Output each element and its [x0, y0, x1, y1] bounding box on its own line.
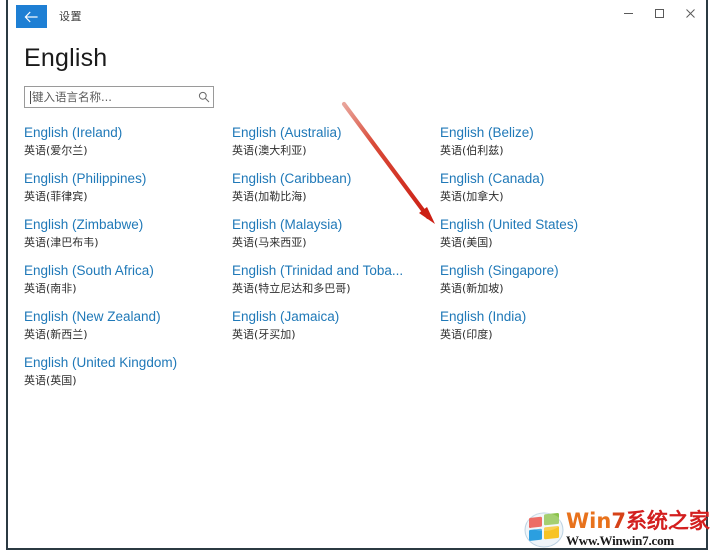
language-item-united-states[interactable]: English (United States) 英语(美国) [440, 216, 650, 262]
language-item[interactable]: English (New Zealand) 英语(新西兰) [24, 308, 232, 354]
language-item[interactable]: English (Philippines) 英语(菲律宾) [24, 170, 232, 216]
language-name-en: English (Canada) [440, 171, 545, 186]
search-icon[interactable] [195, 91, 213, 103]
language-name-en: English (New Zealand) [24, 309, 161, 324]
back-arrow-icon [24, 11, 39, 23]
language-item[interactable]: English (Canada) 英语(加拿大) [440, 170, 650, 216]
language-name-en: English (Ireland) [24, 125, 123, 140]
language-item[interactable]: English (Malaysia) 英语(马来西亚) [232, 216, 440, 262]
language-name-zh: 英语(伯利兹) [440, 144, 504, 157]
windows-orb-logo [524, 509, 564, 549]
watermark-text: Win7系统之家 Www.Winwin7.com [566, 510, 710, 548]
language-item[interactable]: English (United Kingdom) 英语(英国) [24, 354, 232, 400]
language-item[interactable]: English (Singapore) 英语(新加坡) [440, 262, 650, 308]
language-name-zh: 英语(特立尼达和多巴哥) [232, 282, 351, 295]
language-item[interactable]: English (Ireland) 英语(爱尔兰) [24, 124, 232, 170]
language-name-zh: 英语(马来西亚) [232, 236, 307, 249]
language-name-en: English (South Africa) [24, 263, 154, 278]
language-name-zh: 英语(印度) [440, 328, 493, 341]
language-item[interactable]: English (Trinidad and Toba... 英语(特立尼达和多巴… [232, 262, 440, 308]
language-name-zh: 英语(津巴布韦) [24, 236, 99, 249]
language-name-en: English (Belize) [440, 125, 534, 140]
language-name-en: English (Caribbean) [232, 171, 352, 186]
watermark-title-cn: 系统之家 [625, 509, 710, 533]
language-item[interactable]: English (South Africa) 英语(南非) [24, 262, 232, 308]
language-name-en: English (Philippines) [24, 171, 147, 186]
window-title: 设置 [59, 10, 82, 23]
minimize-button[interactable] [613, 0, 644, 26]
close-icon [685, 8, 696, 19]
watermark-url: Www.Winwin7.com [566, 533, 674, 548]
language-name-en: English (Australia) [232, 125, 342, 140]
window-controls [613, 0, 706, 32]
maximize-icon [654, 8, 665, 19]
watermark: Win7系统之家 Www.Winwin7.com [524, 506, 714, 552]
language-name-zh: 英语(菲律宾) [24, 190, 88, 203]
minimize-icon [623, 8, 634, 19]
page-title: English [24, 44, 108, 72]
back-button[interactable] [16, 5, 47, 28]
language-name-en: English (Jamaica) [232, 309, 340, 324]
language-name-zh: 英语(加拿大) [440, 190, 504, 203]
language-list: English (Ireland) 英语(爱尔兰) English (Austr… [24, 124, 684, 400]
language-name-zh: 英语(新西兰) [24, 328, 88, 341]
watermark-title: Win7系统之家 [566, 510, 710, 532]
language-name-en: English (United States) [440, 217, 579, 232]
language-name-en: English (Zimbabwe) [24, 217, 144, 232]
close-button[interactable] [675, 0, 706, 26]
language-name-en: English (Singapore) [440, 263, 559, 278]
watermark-title-seven: 7 [611, 509, 626, 533]
search-box[interactable] [24, 86, 214, 108]
language-name-zh: 英语(美国) [440, 236, 493, 249]
language-name-en: English (Malaysia) [232, 217, 343, 232]
language-item[interactable]: English (Belize) 英语(伯利兹) [440, 124, 650, 170]
language-name-zh: 英语(新加坡) [440, 282, 504, 295]
language-name-zh: 英语(牙买加) [232, 328, 296, 341]
language-name-en: English (Trinidad and Toba... [232, 263, 404, 278]
language-item[interactable]: English (Caribbean) 英语(加勒比海) [232, 170, 440, 216]
language-item[interactable]: English (Jamaica) 英语(牙买加) [232, 308, 440, 354]
maximize-button[interactable] [644, 0, 675, 26]
language-name-zh: 英语(南非) [24, 282, 77, 295]
language-name-zh: 英语(澳大利亚) [232, 144, 307, 157]
language-name-zh: 英语(英国) [24, 374, 77, 387]
language-name-en: English (India) [440, 309, 527, 324]
language-name-zh: 英语(爱尔兰) [24, 144, 88, 157]
language-name-en: English (United Kingdom) [24, 355, 178, 370]
settings-window: 设置 English 键入语言名称... English (Ireland) 英… [6, 0, 708, 550]
language-item[interactable]: English (India) 英语(印度) [440, 308, 650, 354]
language-name-zh: 英语(加勒比海) [232, 190, 307, 203]
language-item[interactable]: English (Zimbabwe) 英语(津巴布韦) [24, 216, 232, 262]
language-item[interactable]: English (Australia) 英语(澳大利亚) [232, 124, 440, 170]
watermark-title-win: Win [566, 509, 612, 533]
search-input[interactable] [31, 90, 195, 104]
title-bar: 设置 [8, 0, 706, 32]
